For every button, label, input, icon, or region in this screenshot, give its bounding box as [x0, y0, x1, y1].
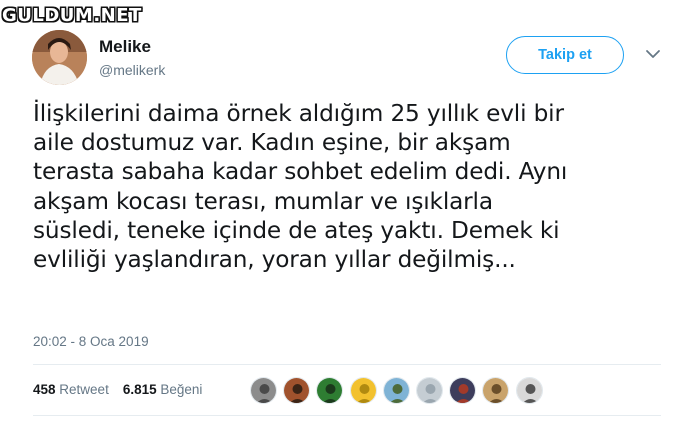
like-label: Beğeni	[160, 382, 203, 397]
liker-avatar[interactable]	[415, 377, 443, 404]
liker-avatar[interactable]	[316, 377, 344, 404]
chevron-down-icon[interactable]	[645, 48, 661, 60]
follow-button[interactable]: Takip et	[506, 36, 624, 74]
liker-avatar[interactable]	[482, 377, 510, 404]
divider	[33, 415, 661, 416]
retweet-stat[interactable]: 458 Retweet	[33, 382, 109, 397]
user-handle[interactable]: @melikerk	[99, 62, 165, 78]
liker-avatar[interactable]	[382, 377, 410, 404]
like-stat[interactable]: 6.815 Beğeni	[123, 382, 203, 397]
like-count: 6.815	[122, 382, 157, 397]
liker-avatar[interactable]	[515, 377, 543, 404]
liker-avatar[interactable]	[449, 377, 477, 404]
liker-avatar[interactable]	[250, 377, 277, 404]
display-name[interactable]: Melike	[99, 37, 151, 57]
watermark-logo: GULDUM.NET	[2, 5, 142, 26]
divider	[33, 364, 661, 365]
tweet-text: İlişkilerini daima örnek aldığım 25 yıll…	[33, 100, 568, 274]
retweet-count: 458	[33, 382, 56, 397]
tweet-timestamp[interactable]: 20:02 - 8 Oca 2019	[33, 334, 149, 349]
tweet-stats: 458 Retweet 6.815 Beğeni	[33, 382, 216, 397]
avatar-photo	[32, 30, 87, 85]
avatar[interactable]	[32, 30, 87, 85]
liker-avatars	[250, 377, 549, 404]
liker-avatar[interactable]	[283, 377, 311, 404]
liker-avatar[interactable]	[349, 377, 377, 404]
retweet-label: Retweet	[59, 382, 109, 397]
